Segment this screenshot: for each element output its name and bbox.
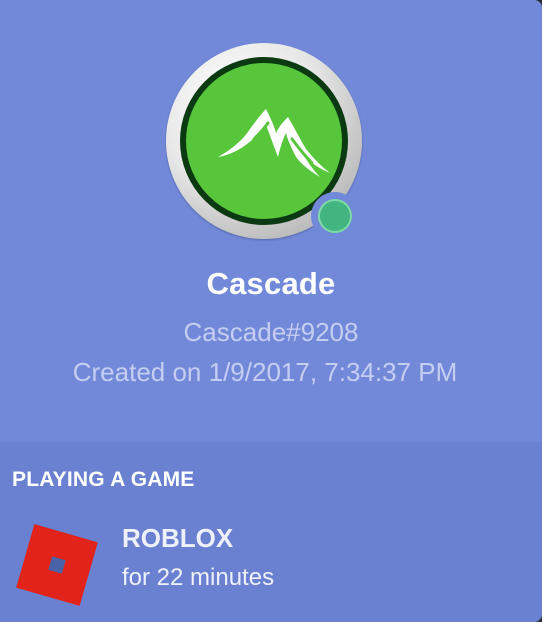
activity-section: PLAYING A GAME ROBLOX for 22 minutes (0, 442, 542, 622)
user-profile-card: Cascade Cascade#9208 Created on 1/9/2017… (0, 0, 542, 622)
activity-header: PLAYING A GAME (12, 468, 195, 491)
online-status-icon (318, 199, 352, 233)
game-elapsed-time: for 22 minutes (122, 564, 275, 591)
account-created-date: Created on 1/9/2017, 7:34:37 PM (72, 357, 458, 387)
profile-username: Cascade (206, 266, 336, 301)
roblox-logo-icon (16, 524, 98, 606)
avatar-image (186, 63, 342, 219)
status-indicator (311, 192, 359, 240)
profile-tag[interactable]: Cascade#9208 (0, 313, 542, 351)
profile-header: Cascade Cascade#9208 Created on 1/9/2017… (0, 0, 542, 442)
mountain-icon (218, 109, 330, 177)
game-name: ROBLOX (122, 523, 234, 553)
